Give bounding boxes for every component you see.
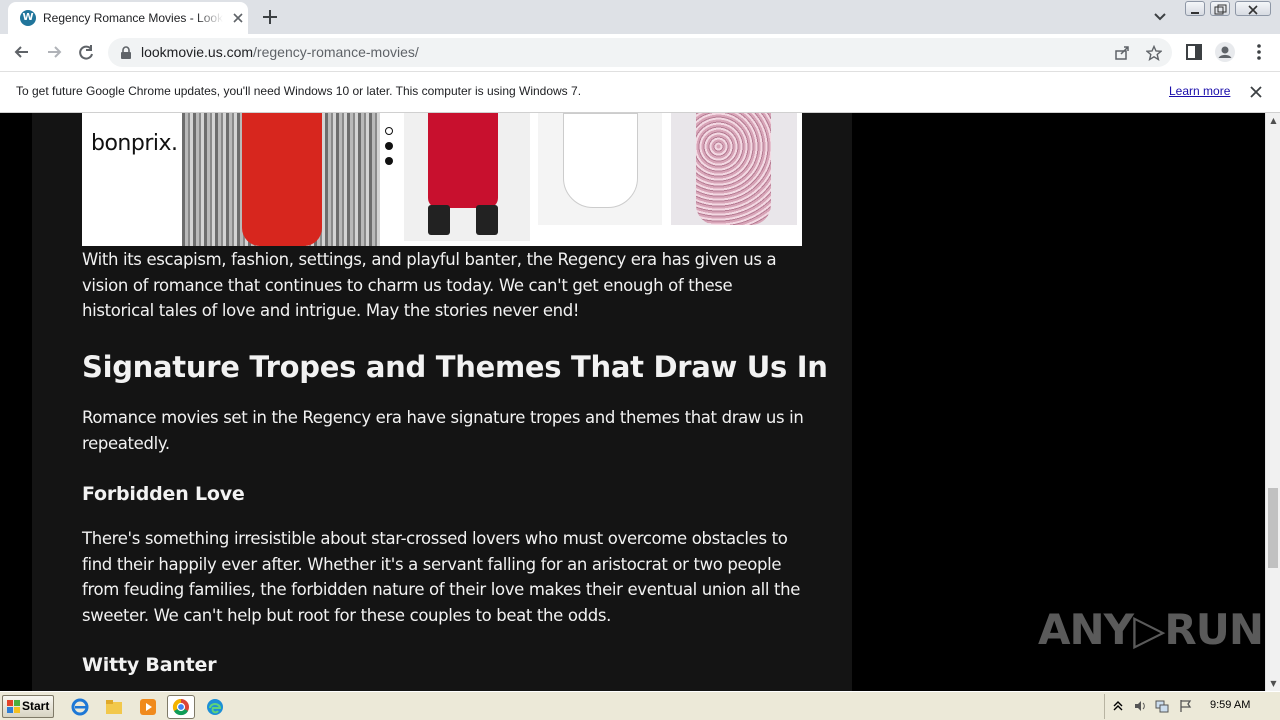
ad-carousel-dots[interactable] bbox=[385, 127, 393, 172]
bookmark-star-icon[interactable] bbox=[1146, 45, 1162, 61]
scroll-up-arrow-icon[interactable]: ▲ bbox=[1269, 116, 1278, 125]
url-path: /regency-romance-movies/ bbox=[253, 44, 419, 60]
ad-image-red-dress[interactable] bbox=[182, 113, 380, 246]
system-tray: 9:59 AM bbox=[1104, 694, 1280, 719]
section-paragraph: Romance movies set in the Regency era ha… bbox=[82, 408, 804, 453]
media-player-icon[interactable] bbox=[138, 697, 158, 717]
infobar-close-icon[interactable] bbox=[1249, 85, 1263, 99]
back-icon[interactable] bbox=[12, 42, 32, 62]
windows-taskbar: Start 9:59 AM bbox=[0, 691, 1280, 720]
wordpress-icon: W bbox=[20, 10, 36, 26]
boot-shape bbox=[428, 205, 450, 235]
chrome-icon bbox=[172, 698, 189, 716]
volume-icon[interactable] bbox=[1133, 699, 1147, 713]
new-tab-icon[interactable] bbox=[260, 7, 280, 27]
action-center-flag-icon[interactable] bbox=[1179, 699, 1193, 713]
start-label: Start bbox=[22, 699, 50, 713]
boot-shape bbox=[476, 205, 498, 235]
tab-close-icon[interactable] bbox=[230, 10, 246, 26]
section-heading: Signature Tropes and Themes That Draw Us… bbox=[82, 350, 828, 384]
red-dress-shape bbox=[242, 113, 322, 246]
update-infobar: To get future Google Chrome updates, you… bbox=[0, 72, 1280, 113]
scroll-thumb[interactable] bbox=[1268, 488, 1278, 568]
start-button[interactable]: Start bbox=[2, 695, 54, 718]
side-panel-icon[interactable] bbox=[1185, 43, 1203, 61]
network-icon[interactable] bbox=[1155, 699, 1169, 713]
forward-icon[interactable] bbox=[44, 42, 64, 62]
chrome-taskbar-button[interactable] bbox=[167, 695, 195, 719]
fashion-ad-banner[interactable]: bonprix. bbox=[82, 113, 802, 246]
window-close-button[interactable] bbox=[1235, 1, 1271, 16]
carousel-dot[interactable] bbox=[385, 157, 393, 165]
file-explorer-icon[interactable] bbox=[104, 697, 124, 717]
sequin-dress-shape bbox=[696, 113, 771, 225]
chevron-down-icon[interactable] bbox=[1152, 10, 1168, 24]
scroll-down-arrow-icon[interactable]: ▼ bbox=[1269, 679, 1278, 688]
url-host: lookmovie.us.com bbox=[141, 44, 254, 60]
address-bar[interactable]: lookmovie.us.com/regency-romance-movies/ bbox=[108, 38, 1172, 67]
url-text[interactable]: lookmovie.us.com/regency-romance-movies/ bbox=[141, 44, 419, 61]
edge-icon[interactable] bbox=[205, 697, 225, 717]
tab-strip: W Regency Romance Movies - Lookmovie bbox=[0, 0, 1280, 34]
restore-button[interactable] bbox=[1210, 1, 1230, 16]
ad-image-red-pants[interactable] bbox=[404, 113, 530, 241]
page-scrollbar[interactable]: ▲ ▼ bbox=[1265, 113, 1280, 691]
carousel-dot[interactable] bbox=[385, 142, 393, 150]
tab-title: Regency Romance Movies - Lookmovie bbox=[43, 11, 223, 25]
internet-explorer-icon[interactable] bbox=[70, 697, 90, 717]
learn-more-link[interactable]: Learn more bbox=[1169, 84, 1230, 98]
forbidden-love-paragraph: There's something irresistible about sta… bbox=[82, 529, 801, 625]
tab-active[interactable]: W Regency Romance Movies - Lookmovie bbox=[8, 2, 248, 34]
lock-icon[interactable] bbox=[120, 46, 132, 59]
profile-icon[interactable] bbox=[1215, 42, 1235, 62]
ad-image-white-dress[interactable] bbox=[538, 113, 662, 225]
infobar-message: To get future Google Chrome updates, you… bbox=[16, 84, 582, 98]
intro-paragraph: With its escapism, fashion, settings, an… bbox=[82, 250, 777, 320]
anyrun-watermark: ANY▷RUN bbox=[1038, 605, 1264, 654]
kebab-menu-icon[interactable] bbox=[1250, 43, 1268, 61]
subheading-witty-banter: Witty Banter bbox=[82, 654, 217, 676]
minimize-button[interactable] bbox=[1185, 1, 1205, 16]
ad-image-sequin-dress[interactable] bbox=[671, 113, 797, 225]
system-clock[interactable]: 9:59 AM bbox=[1210, 699, 1250, 711]
carousel-dot[interactable] bbox=[385, 127, 393, 135]
browser-toolbar: lookmovie.us.com/regency-romance-movies/ bbox=[0, 34, 1280, 72]
ad-brand-logo[interactable]: bonprix. bbox=[91, 131, 178, 156]
subheading-forbidden-love: Forbidden Love bbox=[82, 483, 245, 505]
red-pants-shape bbox=[428, 113, 498, 208]
white-dress-shape bbox=[563, 113, 638, 208]
windows-flag-icon bbox=[7, 700, 20, 713]
reload-icon[interactable] bbox=[76, 42, 96, 62]
share-icon[interactable] bbox=[1114, 45, 1130, 61]
show-hidden-icons-icon[interactable] bbox=[1111, 699, 1125, 713]
